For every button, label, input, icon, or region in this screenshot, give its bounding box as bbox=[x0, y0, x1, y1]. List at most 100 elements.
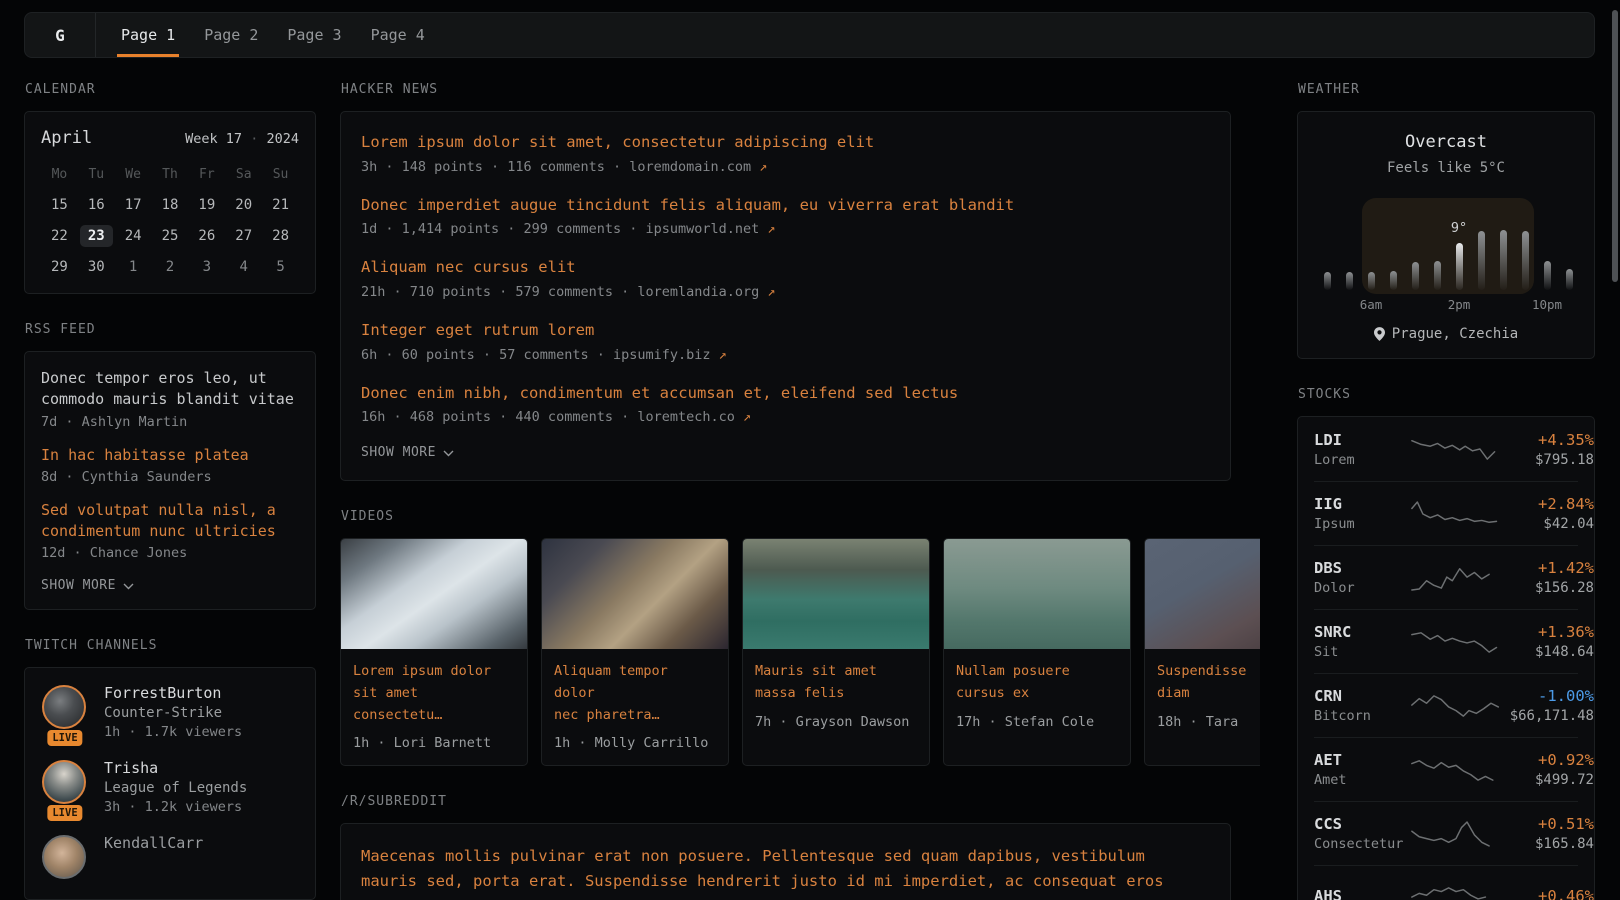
external-link-icon[interactable]: ↗ bbox=[767, 221, 775, 237]
right-column: WEATHER Overcast Feels like 5°C 9°6am2pm… bbox=[1297, 82, 1595, 900]
hn-item-title[interactable]: Lorem ipsum dolor sit amet, consectetur … bbox=[361, 132, 1210, 154]
stock-values: -1.00% $66,171.48 bbox=[1502, 687, 1594, 724]
rss-section: RSS FEED Donec tempor eros leo, ut commo… bbox=[24, 322, 316, 610]
stock-change: +0.46% bbox=[1502, 887, 1594, 900]
stock-name: Consectetur bbox=[1314, 836, 1410, 852]
rss-item-title[interactable]: Donec tempor eros leo, ut commodo mauris… bbox=[41, 368, 299, 411]
subreddit-widget: Maecenas mollis pulvinar erat non posuer… bbox=[340, 823, 1231, 900]
rss-item-title[interactable]: In hac habitasse platea bbox=[41, 445, 299, 466]
live-badge: LIVE bbox=[47, 730, 82, 746]
stock-price: $165.84 bbox=[1502, 836, 1594, 852]
hn-item-meta: 3h · 148 points · 116 comments · loremdo… bbox=[361, 159, 1210, 175]
external-link-icon[interactable]: ↗ bbox=[719, 347, 727, 363]
stock-values: +0.51% $165.84 bbox=[1502, 815, 1594, 852]
calendar-section-label: CALENDAR bbox=[25, 82, 316, 97]
video-title[interactable]: Nullam posuere cursus ex bbox=[956, 661, 1118, 704]
stock-name: Sit bbox=[1314, 644, 1410, 660]
hn-item-title[interactable]: Donec enim nibh, condimentum et accumsan… bbox=[361, 383, 1210, 405]
video-title[interactable]: Mauris sit amet massa felis bbox=[755, 661, 917, 704]
weather-location-text: Prague, Czechia bbox=[1392, 326, 1518, 342]
video-thumbnail bbox=[341, 539, 527, 649]
external-link-icon[interactable]: ↗ bbox=[767, 284, 775, 300]
page-scrollbar bbox=[1612, 0, 1618, 900]
tab-page-2[interactable]: Page 2 bbox=[200, 13, 262, 57]
hn-item-title[interactable]: Donec imperdiet augue tincidunt felis al… bbox=[361, 195, 1210, 217]
calendar-weekday: Th bbox=[152, 163, 189, 186]
weather-hour-bar bbox=[1324, 272, 1331, 290]
video-meta: 1h · Lori Barnett bbox=[353, 735, 515, 751]
weather-section-label: WEATHER bbox=[1298, 82, 1595, 97]
calendar-day: 19 bbox=[188, 190, 225, 219]
scrollbar-thumb[interactable] bbox=[1612, 10, 1618, 282]
external-link-icon[interactable]: ↗ bbox=[743, 409, 751, 425]
calendar-day: 18 bbox=[152, 190, 189, 219]
tab-page-4[interactable]: Page 4 bbox=[367, 13, 429, 57]
stock-values: +1.42% $156.28 bbox=[1502, 559, 1594, 596]
hn-item-title[interactable]: Aliquam nec cursus elit bbox=[361, 257, 1210, 279]
hn-item-meta-text: 3h · 148 points · 116 comments · loremdo… bbox=[361, 159, 751, 175]
hn-show-more-button[interactable]: SHOW MORE bbox=[361, 445, 1210, 460]
video-card[interactable]: Nullam posuere cursus ex 17h · Stefan Co… bbox=[943, 538, 1131, 766]
hn-item-meta-text: 1d · 1,414 points · 299 comments · ipsum… bbox=[361, 221, 759, 237]
twitch-channel-game: Counter-Strike bbox=[104, 705, 242, 721]
stock-row: CRN Bitcorn -1.00% $66,171.48 bbox=[1314, 673, 1578, 737]
external-link-icon[interactable]: ↗ bbox=[759, 159, 767, 175]
subreddit-post-title[interactable]: Maecenas mollis pulvinar erat non posuer… bbox=[361, 844, 1210, 900]
videos-section-label: VIDEOS bbox=[341, 509, 1231, 524]
twitch-channel-info: KendallCarr bbox=[104, 834, 203, 880]
twitch-channel-row[interactable]: LIVE ForrestBurton Counter-Strike 1h · 1… bbox=[41, 684, 299, 740]
video-title[interactable]: Lorem ipsum dolor sit amet consectetu… bbox=[353, 661, 515, 726]
weather-hour-label: 10pm bbox=[1532, 297, 1562, 312]
calendar-day: 27 bbox=[225, 221, 262, 250]
rss-item: Sed volutpat nulla nisl, a condimentum n… bbox=[41, 500, 299, 562]
stock-ticker: SNRC bbox=[1314, 623, 1410, 641]
video-meta: 1h · Molly Carrillo bbox=[554, 735, 716, 751]
tab-page-1[interactable]: Page 1 bbox=[117, 13, 179, 57]
twitch-channel-name: KendallCarr bbox=[104, 834, 203, 852]
daylight-highlight bbox=[1362, 198, 1534, 294]
weather-hour-bar bbox=[1412, 262, 1419, 290]
hn-item-meta: 1d · 1,414 points · 299 comments · ipsum… bbox=[361, 221, 1210, 237]
twitch-section: TWITCH CHANNELS LIVE ForrestBurton Count… bbox=[24, 638, 316, 900]
stock-price: $499.72 bbox=[1502, 772, 1594, 788]
stock-values: +0.92% $499.72 bbox=[1502, 751, 1594, 788]
avatar bbox=[42, 685, 86, 729]
weather-hour-label: 6am bbox=[1360, 297, 1383, 312]
tab-page-3[interactable]: Page 3 bbox=[283, 13, 345, 57]
stock-price: $148.64 bbox=[1502, 644, 1594, 660]
video-card[interactable]: Lorem ipsum dolor sit amet consectetu… 1… bbox=[340, 538, 528, 766]
calendar-section: CALENDAR April Week 17 · 2024 MoTuWeThFr… bbox=[24, 82, 316, 294]
sparkline-chart bbox=[1410, 561, 1502, 595]
app-logo[interactable]: G bbox=[25, 13, 96, 57]
twitch-channel-meta: 3h · 1.2k viewers bbox=[104, 799, 247, 815]
rss-item-title[interactable]: Sed volutpat nulla nisl, a condimentum n… bbox=[41, 500, 299, 543]
weather-hour-bar bbox=[1390, 271, 1397, 290]
rss-show-more-button[interactable]: SHOW MORE bbox=[41, 578, 299, 593]
stock-ticker: IIG bbox=[1314, 495, 1410, 513]
calendar-dot: · bbox=[250, 131, 258, 147]
stocks-section: STOCKS LDI Lorem +4.35% $795.18 bbox=[1297, 387, 1595, 900]
hn-item-title[interactable]: Integer eget rutrum lorem bbox=[361, 320, 1210, 342]
calendar-weekday: Fr bbox=[188, 163, 225, 186]
twitch-channel-row[interactable]: LIVE Trisha League of Legends 3h · 1.2k … bbox=[41, 759, 299, 815]
video-title[interactable]: Aliquam tempor dolor nec pharetra… bbox=[554, 661, 716, 726]
subreddit-section: /R/SUBREDDIT Maecenas mollis pulvinar er… bbox=[340, 794, 1231, 900]
video-card[interactable]: Mauris sit amet massa felis 7h · Grayson… bbox=[742, 538, 930, 766]
stock-change: +2.84% bbox=[1502, 495, 1594, 513]
calendar-day: 20 bbox=[225, 190, 262, 219]
video-card[interactable]: Suspendisse diam 18h · Tara bbox=[1144, 538, 1260, 766]
hn-item-meta: 6h · 60 points · 57 comments · ipsumify.… bbox=[361, 347, 1210, 363]
video-title[interactable]: Suspendisse diam bbox=[1157, 661, 1260, 704]
video-card[interactable]: Aliquam tempor dolor nec pharetra… 1h · … bbox=[541, 538, 729, 766]
calendar-day: 24 bbox=[115, 221, 152, 250]
twitch-channel-row[interactable]: KendallCarr bbox=[41, 834, 299, 880]
stock-sparkline bbox=[1410, 561, 1502, 595]
stock-sparkline bbox=[1410, 753, 1502, 787]
twitch-channel-game: League of Legends bbox=[104, 780, 247, 796]
stock-change: -1.00% bbox=[1502, 687, 1594, 705]
calendar-day: 4 bbox=[225, 252, 262, 281]
stock-sparkline bbox=[1410, 817, 1502, 851]
video-thumbnail bbox=[944, 539, 1130, 649]
calendar-day: 5 bbox=[262, 252, 299, 281]
stock-ticker: CRN bbox=[1314, 687, 1410, 705]
